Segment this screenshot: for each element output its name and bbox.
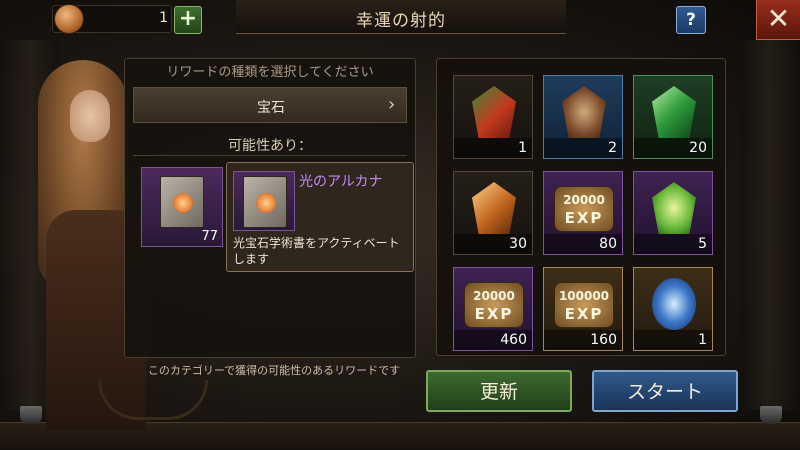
reward-cell[interactable]: 5 [633, 171, 713, 255]
amber-gem-icon [472, 182, 516, 234]
reward-quantity: 160 [590, 332, 617, 348]
reward-cell[interactable]: 20000 EXP 80 [543, 171, 623, 255]
reward-quantity: 2 [608, 140, 617, 156]
coin-value: 1 [159, 10, 168, 26]
arcana-book-item[interactable]: 77 [141, 167, 223, 247]
reward-grid: 1 2 20 30 20000 EXP 80 5 20000 EXP 460 1… [436, 58, 726, 356]
reward-quantity: 1 [518, 140, 527, 156]
reward-quantity: 20 [689, 140, 707, 156]
exp-label: EXP [564, 305, 604, 323]
close-button[interactable]: ✕ [756, 0, 800, 40]
exp-amount: 20000 [473, 289, 515, 303]
dragon-gem-icon [562, 86, 606, 138]
reward-cell[interactable]: 1 [633, 267, 713, 351]
backdrop-pillar [740, 40, 800, 410]
arcana-book-icon [160, 176, 204, 228]
arcana-book-icon [243, 176, 287, 228]
tooltip-item-description: 光宝石学術書をアクティベートします [233, 236, 400, 266]
reward-quantity: 80 [599, 236, 617, 252]
reward-quantity: 1 [698, 332, 707, 348]
red-crystal-icon [472, 86, 516, 138]
category-label: 宝石 [257, 100, 285, 116]
add-coins-button[interactable]: + [174, 6, 202, 34]
panel-instruction: リワードの種類を選択してください [166, 65, 374, 80]
blue-gem-icon [652, 278, 696, 330]
start-button[interactable]: スタート [592, 370, 738, 412]
panel-footer-note: このカテゴリーで獲得の可能性のあるリワードです [147, 364, 401, 377]
exp-label: EXP [564, 209, 604, 227]
reward-cell[interactable]: 30 [453, 171, 533, 255]
reward-cell[interactable]: 20000 EXP 460 [453, 267, 533, 351]
item-tooltip: 光のアルカナ 光宝石学術書をアクティベートします [226, 162, 414, 272]
coin-icon [54, 4, 84, 34]
reward-quantity: 30 [509, 236, 527, 252]
green-gem-icon [652, 86, 696, 138]
tooltip-item-frame [233, 171, 295, 231]
reward-cell[interactable]: 2 [543, 75, 623, 159]
refresh-button[interactable]: 更新 [426, 370, 572, 412]
exp-badge-icon: 20000 EXP [464, 282, 524, 328]
exp-amount: 100000 [558, 289, 610, 303]
exp-badge-icon: 20000 EXP [554, 186, 614, 232]
reward-cell[interactable]: 20 [633, 75, 713, 159]
reward-quantity: 5 [698, 236, 707, 252]
exp-amount: 20000 [563, 193, 605, 207]
brazier-icon [760, 406, 782, 424]
category-selector[interactable]: 宝石 › [133, 87, 407, 123]
chevron-right-icon: › [388, 94, 396, 115]
divider [133, 155, 407, 156]
possible-rewards-label: 可能性あり： [228, 138, 312, 154]
item-quantity: 77 [201, 229, 218, 244]
exp-badge-icon: 100000 EXP [554, 282, 614, 328]
tooltip-item-name: 光のアルカナ [299, 174, 383, 190]
exp-label: EXP [474, 305, 514, 323]
help-button[interactable]: ? [676, 6, 706, 34]
page-title: 幸運の射的 [356, 11, 446, 31]
reward-quantity: 460 [500, 332, 527, 348]
reward-cell[interactable]: 100000 EXP 160 [543, 267, 623, 351]
green-crystal-icon [652, 182, 696, 234]
reward-cell[interactable]: 1 [453, 75, 533, 159]
